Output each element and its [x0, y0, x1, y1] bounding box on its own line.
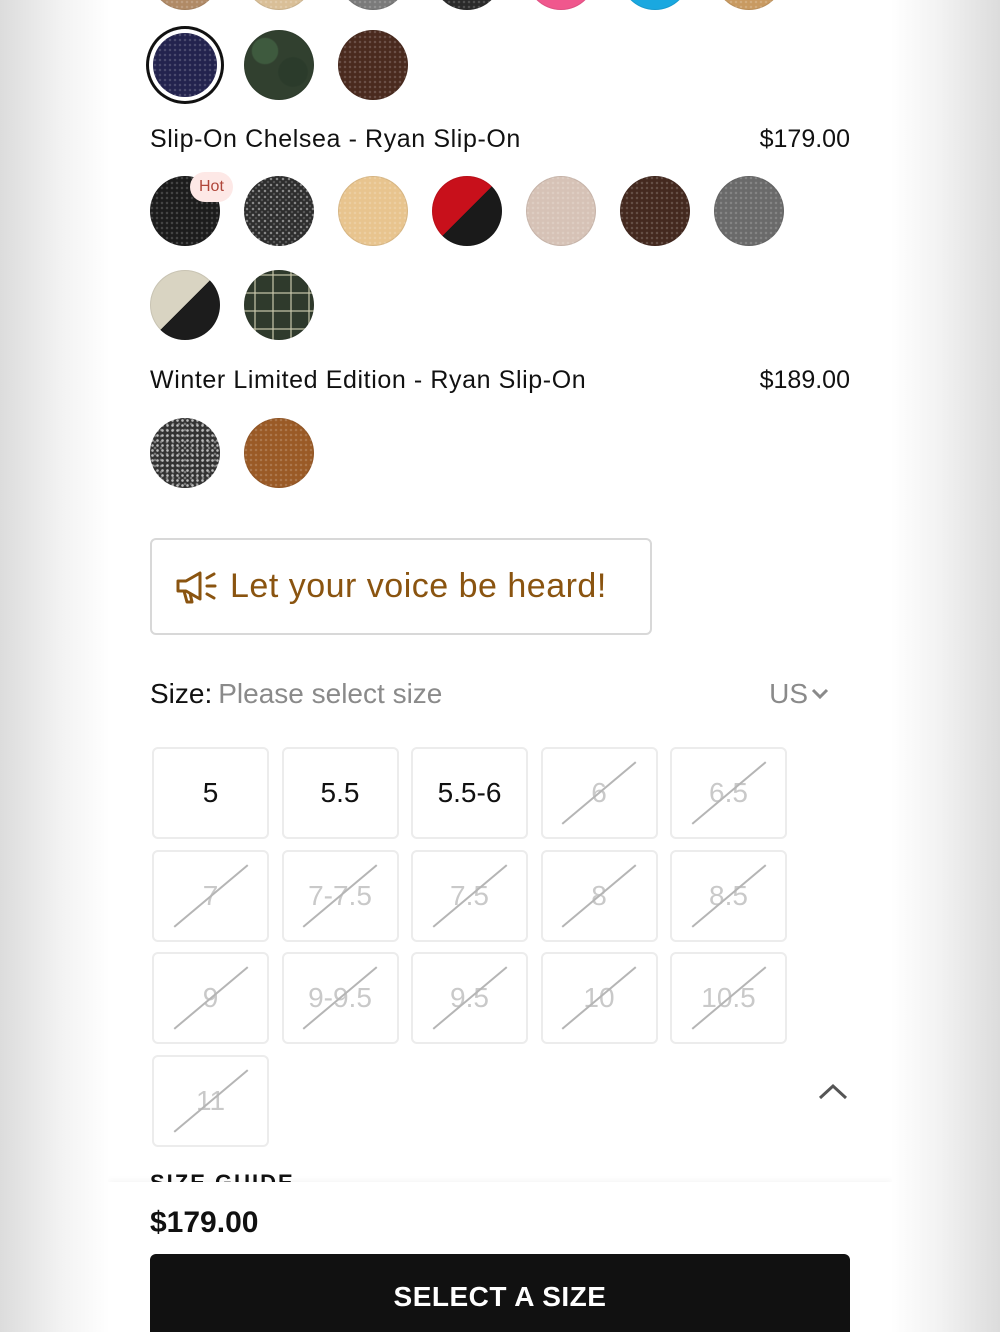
size-option[interactable]: 8.5 — [670, 849, 787, 942]
color-swatch-beige-top[interactable] — [244, 0, 314, 10]
select-size-button[interactable]: SELECT A SIZE — [150, 1254, 850, 1332]
hot-badge: Hot — [190, 172, 233, 202]
megaphone-icon — [176, 571, 217, 603]
product-variant-title: Slip-On Chelsea - Ryan Slip-On — [150, 125, 521, 153]
color-swatch-red-black[interactable] — [432, 176, 502, 246]
size-option[interactable]: 6.5 — [670, 747, 787, 839]
chevron-up-icon[interactable] — [816, 1080, 850, 1104]
size-label-text: Size: — [150, 678, 213, 709]
size-option-label: 5.5 — [320, 777, 360, 808]
size-option[interactable]: 11 — [152, 1054, 269, 1147]
size-option-label: 5.5-6 — [437, 777, 502, 808]
unavailable-strike — [432, 863, 507, 928]
color-swatch-grey-top[interactable] — [338, 0, 408, 10]
color-swatch-rust[interactable] — [244, 418, 314, 488]
size-option[interactable]: 10 — [540, 952, 658, 1044]
unavailable-strike — [561, 966, 637, 1030]
unavailable-strike — [561, 761, 637, 825]
chevron-down-icon — [811, 688, 829, 700]
size-option[interactable]: 5.5 — [281, 747, 399, 839]
size-option[interactable]: 9-9.5 — [281, 952, 399, 1044]
color-swatch-chocolate[interactable] — [620, 176, 690, 246]
size-unit-value: US — [769, 678, 808, 709]
product-variant-price: $179.00 — [759, 125, 850, 153]
sticky-purchase-bar: $179.00 SELECT A SIZE — [108, 1182, 892, 1332]
feedback-button[interactable]: Let your voice be heard! — [150, 538, 652, 635]
size-placeholder: Please select size — [218, 678, 443, 709]
size-option-label: 5 — [202, 777, 219, 808]
size-option[interactable]: 8 — [540, 849, 658, 942]
color-swatch-grey[interactable] — [714, 176, 784, 246]
feedback-label: Let your voice be heard! — [230, 567, 607, 605]
color-swatch-pink-top[interactable] — [526, 0, 596, 10]
size-option[interactable]: 7 — [152, 849, 269, 942]
unavailable-strike — [173, 1068, 248, 1133]
color-swatch-black-top[interactable] — [432, 0, 502, 10]
size-option[interactable]: 5.5-6 — [411, 747, 528, 839]
color-swatch-charcoal-speckle[interactable] — [244, 176, 314, 246]
size-unit-dropdown[interactable]: US — [769, 678, 830, 710]
color-swatch-camel-top[interactable] — [714, 0, 784, 10]
unavailable-strike — [691, 863, 766, 928]
color-swatch-dark-brown[interactable] — [338, 30, 408, 100]
unavailable-strike — [173, 863, 248, 928]
size-option[interactable]: 5 — [152, 747, 269, 839]
product-variant-price-winter: $189.00 — [759, 366, 850, 394]
color-swatch-cream-black[interactable] — [150, 270, 220, 340]
size-option[interactable]: 9 — [152, 952, 269, 1044]
size-option[interactable]: 10.5 — [670, 952, 787, 1044]
size-option[interactable]: 7.5 — [411, 849, 528, 942]
product-options-panel: Slip-On Chelsea - Ryan Slip-On $179.00 H… — [108, 0, 892, 1332]
unavailable-strike — [561, 863, 637, 928]
color-swatch-sand[interactable] — [338, 176, 408, 246]
color-swatch-salt-pepper[interactable] — [150, 418, 220, 488]
size-option[interactable]: 6 — [540, 747, 658, 839]
size-option[interactable]: 7-7.5 — [281, 849, 399, 942]
size-option[interactable]: 9.5 — [411, 952, 528, 1044]
color-swatch-blue-top[interactable] — [620, 0, 690, 10]
color-swatch-light-taupe[interactable] — [526, 176, 596, 246]
color-swatch-plaid[interactable] — [244, 270, 314, 340]
unavailable-strike — [432, 966, 507, 1030]
unavailable-strike — [691, 761, 766, 825]
color-swatch-navy[interactable] — [153, 33, 217, 97]
footer-price: $179.00 — [150, 1206, 259, 1239]
product-variant-title-winter: Winter Limited Edition - Ryan Slip-On — [150, 366, 587, 394]
unavailable-strike — [173, 966, 248, 1030]
color-swatch-green-camo[interactable] — [244, 30, 314, 100]
color-swatch-tan-top[interactable] — [150, 0, 220, 10]
size-label: Size: Please select size — [150, 678, 442, 710]
